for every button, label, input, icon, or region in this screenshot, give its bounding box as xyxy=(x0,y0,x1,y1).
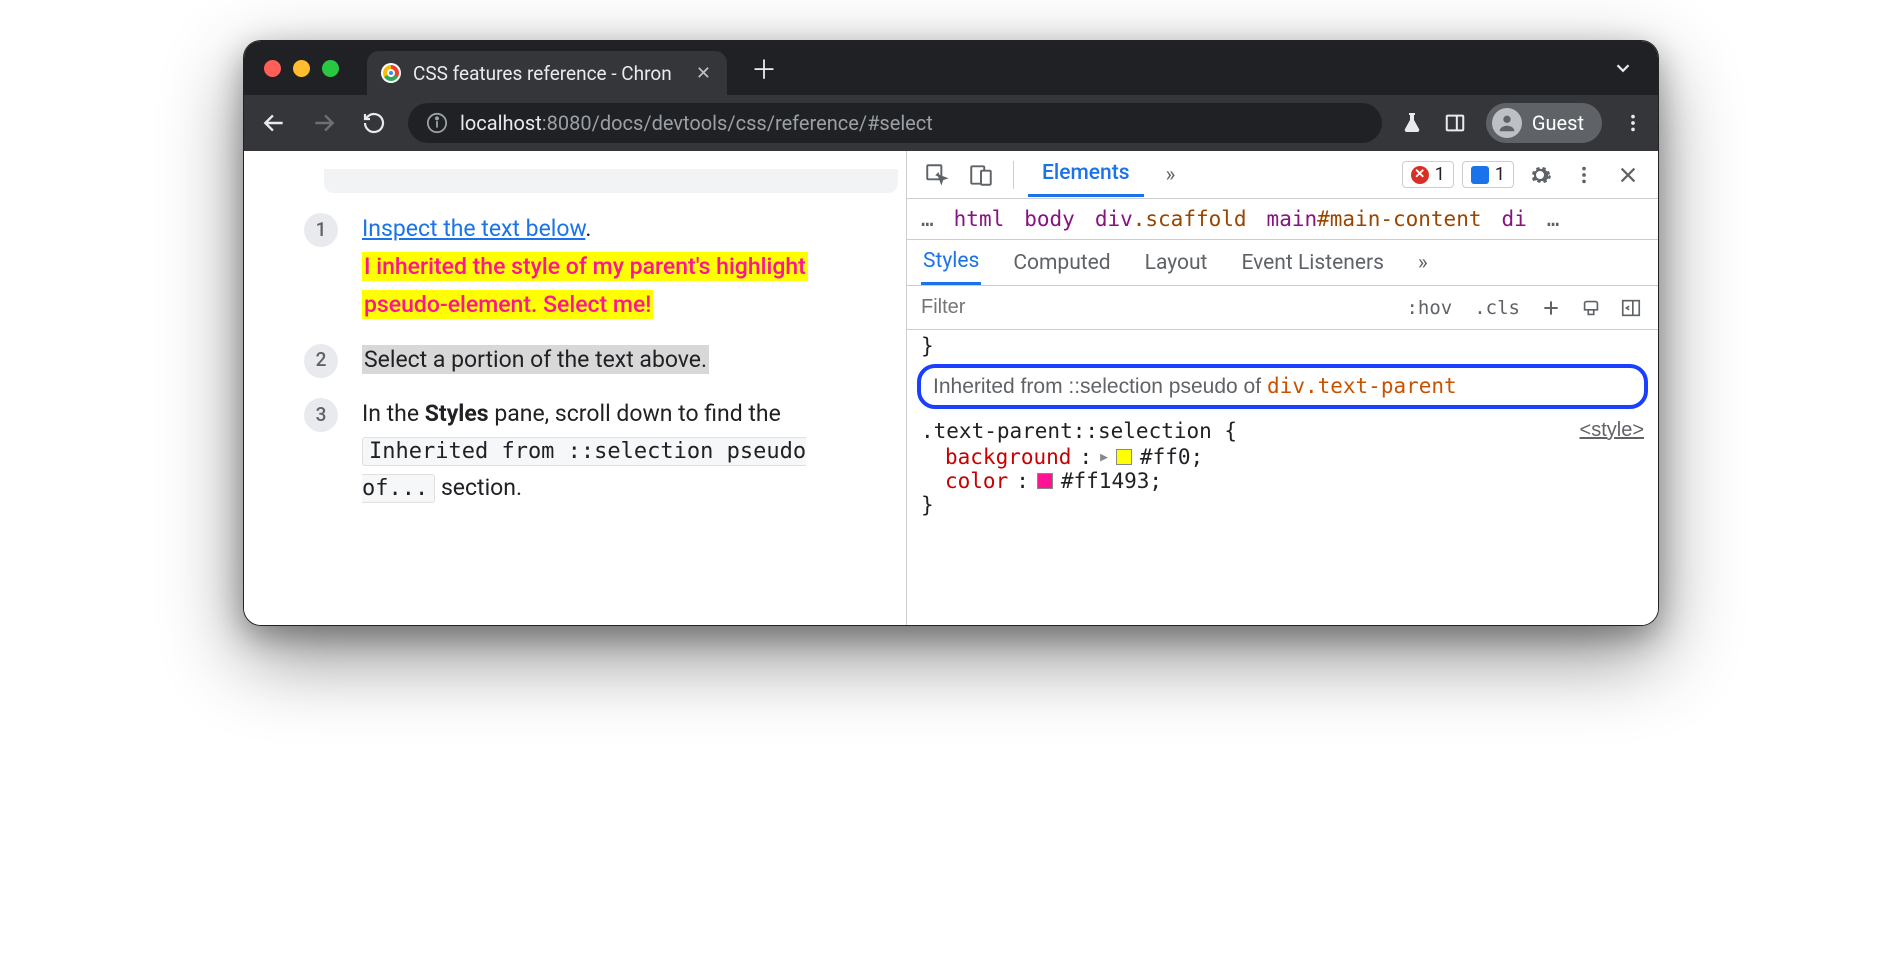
kebab-menu-button[interactable] xyxy=(1566,157,1602,193)
profile-button[interactable]: Guest xyxy=(1486,103,1602,143)
close-tab-button[interactable]: ✕ xyxy=(696,63,711,84)
new-tab-button[interactable]: ＋ xyxy=(751,50,777,87)
prop-color: color xyxy=(945,469,1008,493)
declaration-color[interactable]: color: #ff1493; xyxy=(917,469,1648,493)
site-info-icon[interactable] xyxy=(426,112,448,134)
titlebar: CSS features reference - Chron ✕ ＋ xyxy=(244,41,1658,95)
step-2: Select a portion of the text above. xyxy=(304,342,888,379)
declaration-background[interactable]: background: ▶ #ff0; xyxy=(917,445,1648,469)
step-3-text-a: In the xyxy=(362,400,425,427)
tab-title: CSS features reference - Chron xyxy=(413,62,684,85)
styles-filter-input[interactable] xyxy=(921,296,1392,319)
inherit-selector: div.text-parent xyxy=(1267,374,1457,398)
step-2-text[interactable]: Select a portion of the text above. xyxy=(362,345,709,374)
tabs-more-button[interactable]: » xyxy=(1152,155,1190,195)
message-icon xyxy=(1471,166,1489,184)
instruction-list: Inspect the text below. I inherited the … xyxy=(304,211,888,507)
highlighted-text[interactable]: I inherited the style of my parent's hig… xyxy=(362,252,808,319)
labs-icon[interactable] xyxy=(1400,111,1424,135)
window-controls xyxy=(264,60,339,77)
close-devtools-button[interactable] xyxy=(1610,157,1646,193)
tabs-dropdown-button[interactable] xyxy=(1612,57,1634,79)
subtab-more[interactable]: » xyxy=(1416,243,1430,283)
styles-filter-row: :hov .cls xyxy=(907,286,1658,330)
inspect-link[interactable]: Inspect the text below xyxy=(362,215,585,242)
maximize-window-button[interactable] xyxy=(322,60,339,77)
period: . xyxy=(585,215,591,242)
step-3-text-d: section. xyxy=(435,474,522,501)
minimize-window-button[interactable] xyxy=(293,60,310,77)
prev-rule-close: } xyxy=(917,334,1648,358)
address-bar[interactable]: localhost:8080/docs/devtools/css/referen… xyxy=(408,103,1382,143)
styles-word: Styles xyxy=(425,400,489,427)
browser-window: CSS features reference - Chron ✕ ＋ local… xyxy=(243,40,1659,626)
val-color: #ff1493; xyxy=(1061,469,1162,493)
subtab-layout[interactable]: Layout xyxy=(1143,243,1210,283)
breadcrumb-main[interactable]: main#main-content xyxy=(1267,207,1482,231)
page-viewport: Inspect the text below. I inherited the … xyxy=(244,151,906,625)
color-swatch-yellow[interactable] xyxy=(1116,449,1132,465)
step-1: Inspect the text below. I inherited the … xyxy=(304,211,888,324)
code-snippet: Inherited from ::selection pseudo of... xyxy=(362,437,806,503)
subtab-computed[interactable]: Computed xyxy=(1011,243,1112,283)
reload-button[interactable] xyxy=(358,111,390,135)
error-icon: ✕ xyxy=(1411,166,1429,184)
subtab-event-listeners[interactable]: Event Listeners xyxy=(1239,243,1385,283)
color-swatch-pink[interactable] xyxy=(1037,473,1053,489)
panel-icon[interactable] xyxy=(1444,112,1466,134)
rule-selector[interactable]: .text-parent::selection { xyxy=(921,419,1237,443)
url-text: localhost:8080/docs/devtools/css/referen… xyxy=(460,111,933,135)
tab-elements[interactable]: Elements xyxy=(1028,153,1144,197)
error-count: 1 xyxy=(1435,164,1445,185)
profile-label: Guest xyxy=(1532,111,1584,135)
styles-subtabs: Styles Computed Layout Event Listeners » xyxy=(907,240,1658,286)
styles-pane: } Inherited from ::selection pseudo of d… xyxy=(907,330,1658,527)
settings-button[interactable] xyxy=(1522,157,1558,193)
rule-source-link[interactable]: <style> xyxy=(1580,419,1644,443)
separator xyxy=(1013,161,1014,189)
dom-breadcrumb[interactable]: … html body div.scaffold main#main-conte… xyxy=(907,199,1658,240)
errors-badge[interactable]: ✕ 1 xyxy=(1402,161,1454,188)
toggle-sidebar-button[interactable] xyxy=(1614,291,1648,325)
breadcrumb-body[interactable]: body xyxy=(1024,207,1075,231)
breadcrumb-ellipsis-right[interactable]: … xyxy=(1547,207,1560,231)
step-3: In the Styles pane, scroll down to find … xyxy=(304,396,888,506)
back-button[interactable] xyxy=(258,110,290,136)
inspect-element-button[interactable] xyxy=(919,157,955,193)
rule-close-brace: } xyxy=(917,493,1648,517)
val-background: #ff0; xyxy=(1140,445,1203,469)
inherit-prefix: Inherited from ::selection pseudo of xyxy=(933,375,1261,399)
toolbar-actions: Guest xyxy=(1400,103,1644,143)
breadcrumb-di[interactable]: di xyxy=(1502,207,1527,231)
page-banner xyxy=(324,169,898,193)
paint-flash-button[interactable] xyxy=(1574,291,1608,325)
browser-tab[interactable]: CSS features reference - Chron ✕ xyxy=(367,51,727,95)
close-window-button[interactable] xyxy=(264,60,281,77)
browser-toolbar: localhost:8080/docs/devtools/css/referen… xyxy=(244,95,1658,151)
devtools-toolbar: Elements » ✕ 1 1 xyxy=(907,151,1658,199)
devtools-panel: Elements » ✕ 1 1 xyxy=(906,151,1658,625)
messages-badge[interactable]: 1 xyxy=(1462,161,1514,188)
avatar-icon xyxy=(1492,108,1522,138)
new-style-rule-button[interactable] xyxy=(1534,291,1568,325)
inherited-section-header[interactable]: Inherited from ::selection pseudo of div… xyxy=(917,364,1648,409)
step-3-text-c: pane, scroll down to find the xyxy=(489,400,781,427)
hov-toggle[interactable]: :hov xyxy=(1398,293,1460,323)
content-area: Inspect the text below. I inherited the … xyxy=(244,151,1658,625)
cls-toggle[interactable]: .cls xyxy=(1466,293,1528,323)
breadcrumb-div[interactable]: div.scaffold xyxy=(1095,207,1247,231)
forward-button[interactable] xyxy=(308,110,340,136)
breadcrumb-ellipsis-left[interactable]: … xyxy=(921,207,934,231)
rule-header: .text-parent::selection { <style> xyxy=(917,417,1648,445)
message-count: 1 xyxy=(1495,164,1505,185)
expand-icon[interactable]: ▶ xyxy=(1100,450,1108,465)
subtab-styles[interactable]: Styles xyxy=(921,241,981,285)
chrome-favicon-icon xyxy=(381,63,401,83)
prop-background: background xyxy=(945,445,1071,469)
breadcrumb-html[interactable]: html xyxy=(954,207,1005,231)
menu-button[interactable] xyxy=(1622,112,1644,134)
device-toggle-button[interactable] xyxy=(963,157,999,193)
